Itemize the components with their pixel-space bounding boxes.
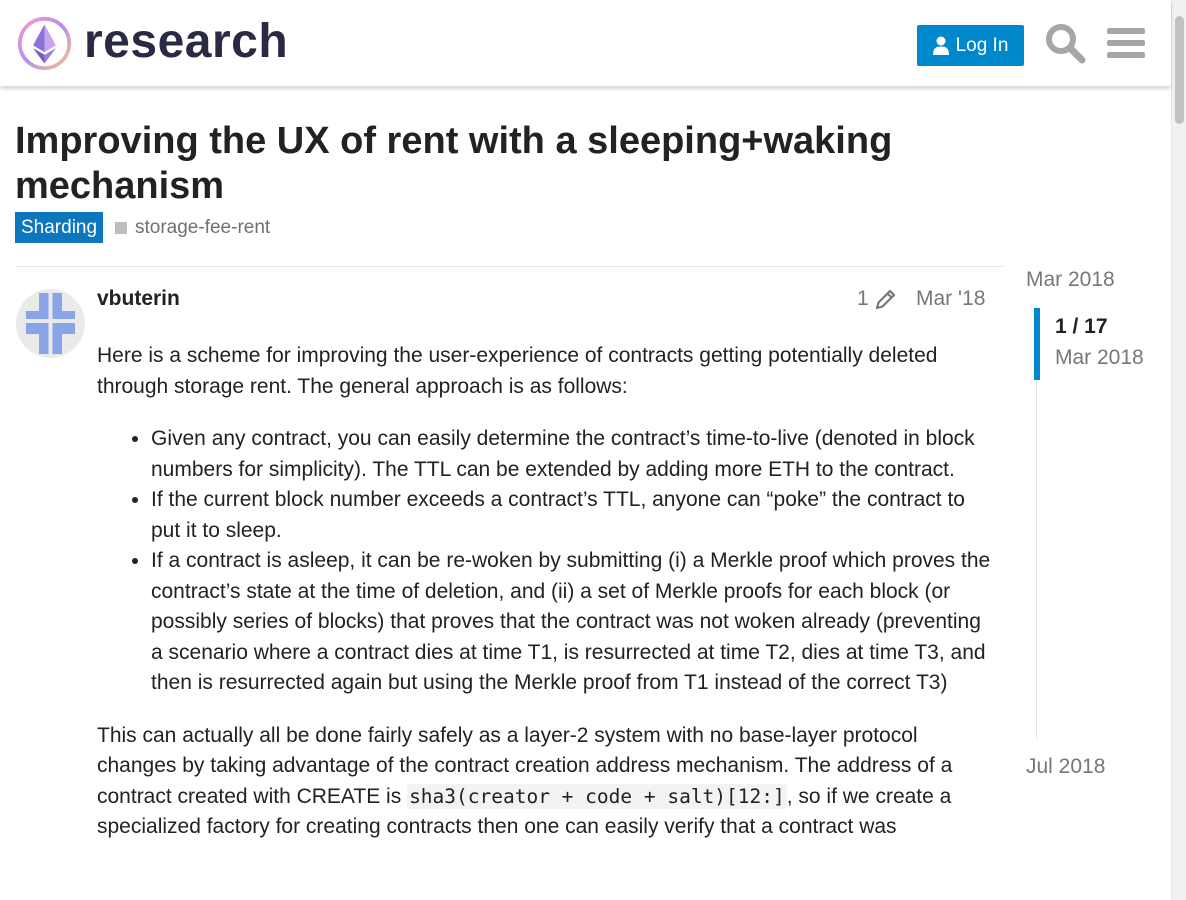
login-button[interactable]: Log In [917, 25, 1024, 66]
edit-history-button[interactable]: 1 [857, 287, 897, 311]
search-icon[interactable] [1044, 22, 1086, 64]
timeline-position[interactable]: 1 / 17 [1055, 315, 1108, 339]
scrollbar-thumb[interactable] [1175, 16, 1184, 124]
post-author[interactable]: vbuterin [97, 287, 180, 311]
list-item: If the current block number exceeds a co… [151, 485, 992, 546]
timeline-handle[interactable] [1034, 308, 1040, 380]
avatar[interactable] [16, 289, 85, 358]
post-body: Here is a scheme for improving the user-… [97, 341, 992, 865]
post-paragraph: This can actually all be done fairly saf… [97, 721, 992, 843]
post-date[interactable]: Mar '18 [916, 287, 985, 311]
post-bullet-list: Given any contract, you can easily deter… [97, 424, 992, 699]
ethereum-logo-icon[interactable] [16, 15, 73, 72]
topic-title[interactable]: Improving the UX of rent with a sleeping… [15, 119, 995, 209]
list-item: If a contract is asleep, it can be re-wo… [151, 546, 992, 699]
tag-square-icon [115, 222, 127, 234]
topic-tag[interactable]: storage-fee-rent [115, 212, 270, 243]
title-divider [15, 266, 1004, 267]
category-badge[interactable]: Sharding [15, 212, 104, 243]
hamburger-menu-icon[interactable] [1105, 22, 1147, 64]
site-header: research Log In [0, 0, 1171, 87]
timeline-current-date: Mar 2018 [1055, 346, 1144, 369]
inline-code: sha3(creator + code + salt)[12:] [407, 783, 787, 809]
page-scrollbar[interactable] [1171, 0, 1186, 900]
post-intro: Here is a scheme for improving the user-… [97, 344, 938, 398]
timeline-end-date[interactable]: Jul 2018 [1026, 755, 1105, 779]
login-label: Log In [955, 34, 1009, 56]
site-name[interactable]: research [84, 13, 288, 71]
user-icon [932, 36, 949, 55]
list-item: Given any contract, you can easily deter… [151, 424, 992, 485]
tag-label: storage-fee-rent [135, 217, 271, 238]
timeline-start-date[interactable]: Mar 2018 [1026, 268, 1115, 292]
pencil-icon [875, 289, 895, 310]
edit-count: 1 [857, 287, 869, 310]
